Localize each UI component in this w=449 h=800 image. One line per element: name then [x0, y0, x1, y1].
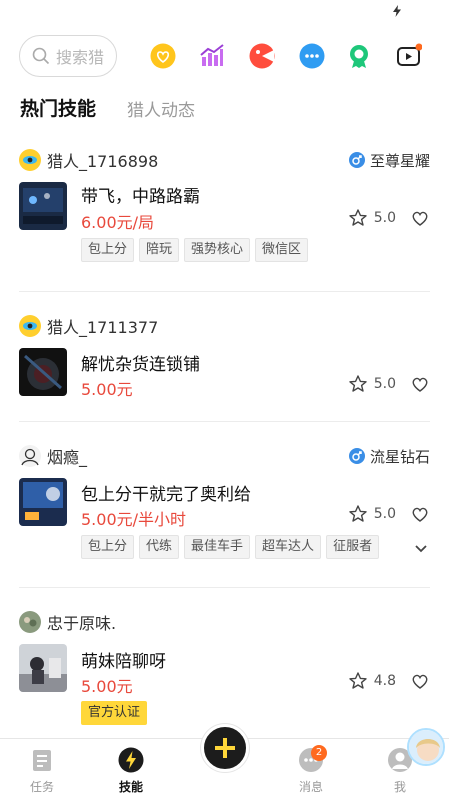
tab-hunter-news[interactable]: 猎人动态: [127, 96, 195, 121]
username: 烟瘾_: [47, 448, 88, 467]
skill-title: 带飞，中路路霸: [81, 187, 200, 207]
tag-list: 包上分 陪玩 强势核心 微信区: [81, 238, 313, 262]
add-button[interactable]: [201, 724, 249, 772]
tab-bar: 热门技能 猎人动态: [0, 94, 449, 128]
star-icon: [349, 375, 367, 392]
search-icon: [32, 47, 50, 65]
tab-hot-skills[interactable]: 热门技能: [20, 94, 97, 121]
plus-icon: [215, 738, 235, 758]
skill-price: 5.00元: [81, 380, 133, 399]
lightning-icon: [118, 747, 144, 773]
nav-label: 技能: [118, 780, 143, 794]
male-icon: [348, 448, 365, 464]
rating-score: 5.0: [373, 210, 396, 226]
user-row: 忠于原味.: [19, 610, 116, 634]
skill-title: 解忧杂货连锁铺: [81, 355, 200, 375]
task-list-icon: [33, 750, 51, 771]
tag: 代练: [139, 535, 180, 559]
tag: 最佳车手: [184, 535, 251, 559]
username: 猎人_1716898: [47, 152, 159, 171]
rating-score: 4.8: [373, 673, 396, 689]
floating-avatar[interactable]: [407, 728, 445, 766]
heart-icon[interactable]: [410, 504, 430, 524]
divider: [19, 291, 430, 292]
nav-label: 任务: [29, 780, 54, 794]
skill-thumbnail: [19, 348, 67, 396]
user-row: 猎人_1716898: [19, 148, 158, 172]
nav-skills[interactable]: 技能: [101, 747, 161, 795]
nav-label: 我: [393, 780, 406, 794]
tag: 超车达人: [255, 535, 322, 559]
skill-thumbnail: [19, 182, 67, 230]
heart-icon[interactable]: [410, 208, 430, 228]
nav-tasks[interactable]: 任务: [12, 747, 72, 795]
skill-price: 5.00元/半小时: [81, 510, 187, 529]
avatar: [19, 611, 41, 633]
star-icon: [349, 209, 367, 226]
tag: 包上分: [81, 535, 135, 559]
game-face-icon[interactable]: [249, 43, 275, 69]
search-placeholder: 搜索猎: [56, 48, 105, 67]
nav-label: 消息: [298, 780, 323, 794]
tag-list: 包上分 代练 最佳车手 超车达人 征服者: [81, 535, 384, 559]
tag: 微信区: [255, 238, 309, 262]
rating-score: 5.0: [373, 506, 396, 522]
unread-badge: 2: [311, 745, 327, 761]
rating-group: 4.8: [348, 671, 430, 691]
male-icon: [348, 152, 365, 168]
official-badge: 官方认证: [81, 701, 148, 725]
heart-coin-icon[interactable]: [150, 43, 176, 69]
chevron-down-icon[interactable]: [413, 540, 429, 556]
divider: [19, 421, 430, 422]
medal-icon[interactable]: [346, 43, 372, 69]
star-icon: [349, 505, 367, 522]
tag: 包上分: [81, 238, 135, 262]
heart-icon[interactable]: [410, 374, 430, 394]
rank-label: 流星钻石: [348, 444, 430, 468]
rank-text: 流星钻石: [369, 447, 430, 466]
username: 忠于原味.: [47, 614, 117, 633]
search-box[interactable]: 搜索猎: [19, 35, 117, 77]
rank-label: 至尊星耀: [348, 148, 430, 172]
skill-price: 5.00元: [81, 677, 133, 696]
skill-title: 包上分干就完了奥利给: [81, 485, 251, 505]
tag: 强势核心: [184, 238, 251, 262]
tag: 陪玩: [139, 238, 180, 262]
skill-thumbnail: [19, 478, 67, 526]
username: 猎人_1711377: [47, 318, 159, 337]
live-video-icon[interactable]: [396, 43, 422, 69]
skill-thumbnail: [19, 644, 67, 692]
trend-chart-icon[interactable]: [199, 43, 225, 69]
status-bar: [0, 0, 449, 26]
avatar: [19, 149, 41, 171]
rating-group: 5.0: [348, 504, 430, 524]
top-bar: 搜索猎: [0, 35, 449, 79]
divider: [19, 587, 430, 588]
rating-group: 5.0: [348, 208, 430, 228]
skill-price: 6.00元/局: [81, 213, 155, 232]
tag-list: 官方认证: [81, 701, 152, 725]
avatar: [19, 445, 41, 467]
heart-icon[interactable]: [410, 671, 430, 691]
rank-text: 至尊星耀: [369, 151, 430, 170]
rating-score: 5.0: [373, 376, 396, 392]
chat-bubble-icon[interactable]: [299, 43, 325, 69]
charging-icon: [393, 5, 401, 17]
rating-group: 5.0: [348, 374, 430, 394]
skill-title: 萌妹陪聊呀: [81, 652, 166, 672]
avatar: [19, 315, 41, 337]
star-icon: [349, 672, 367, 689]
user-row: 烟瘾_: [19, 444, 87, 468]
tag: 征服者: [326, 535, 380, 559]
user-row: 猎人_1711377: [19, 314, 158, 338]
